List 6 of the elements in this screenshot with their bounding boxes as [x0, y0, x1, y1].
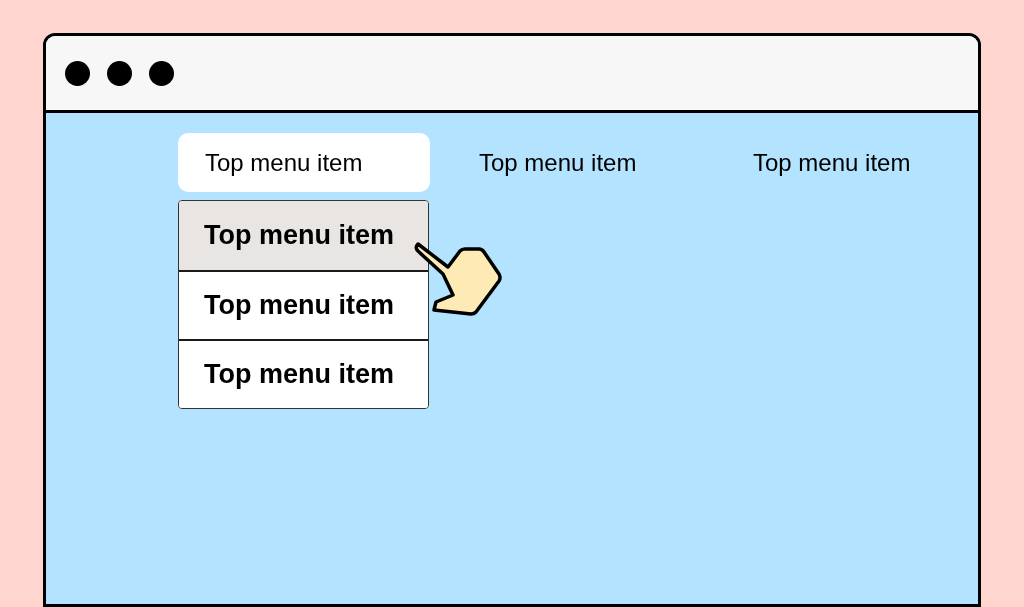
dropdown-item[interactable]: Top menu item	[179, 339, 428, 408]
dropdown-item[interactable]: Top menu item	[179, 201, 428, 270]
top-menu-item[interactable]: Top menu item	[178, 133, 430, 192]
top-menu-item[interactable]: Top menu item	[452, 133, 704, 192]
top-menu-item[interactable]: Top menu item	[726, 133, 978, 192]
pointing-hand-icon	[411, 241, 505, 318]
